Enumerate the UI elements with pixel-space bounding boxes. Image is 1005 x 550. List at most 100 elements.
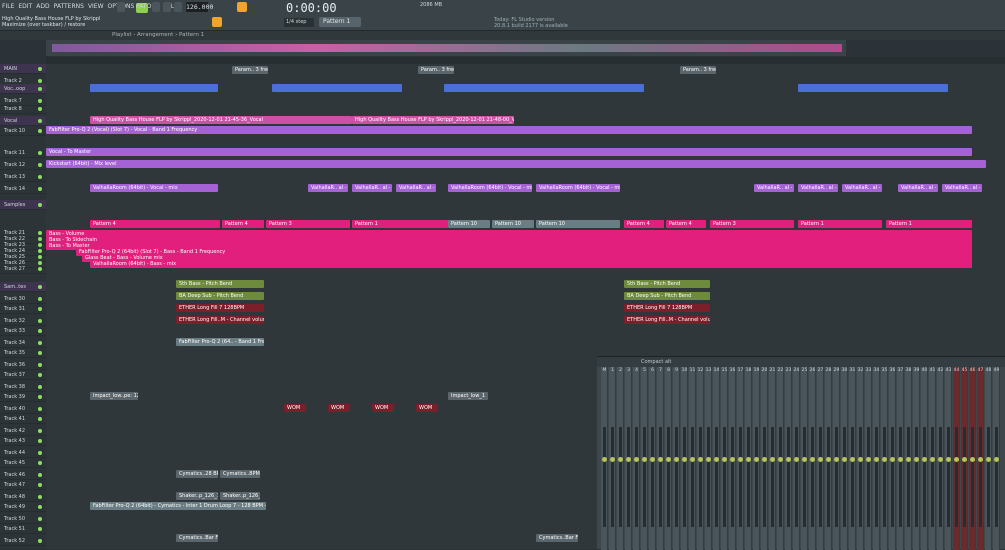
mixer-pan-knob[interactable]: [914, 457, 919, 462]
mixer-fader[interactable]: [995, 427, 998, 527]
mixer-strip[interactable]: 37: [897, 367, 904, 550]
track-mute-icon[interactable]: [38, 119, 42, 123]
playlist-clip[interactable]: Cymatics..28 BPM: [176, 470, 218, 478]
mixer-fader[interactable]: [867, 427, 870, 527]
playlist-clip[interactable]: ETHER Long Fill..M - Channel volume: [624, 316, 710, 324]
track-header[interactable]: Track 39: [0, 392, 46, 402]
playlist-clip[interactable]: FabFilter Pro-Q 2 (64.. - Band 1 Frequen…: [176, 338, 264, 346]
mixer-fader[interactable]: [883, 427, 886, 527]
mixer-strip[interactable]: 17: [737, 367, 744, 550]
mixer-pan-knob[interactable]: [978, 457, 983, 462]
mixer-strip[interactable]: 9: [673, 367, 680, 550]
mixer-fader[interactable]: [987, 427, 990, 527]
mixer-strip[interactable]: 29: [833, 367, 840, 550]
track-header[interactable]: Track 43: [0, 436, 46, 446]
track-header[interactable]: Track 27: [0, 264, 46, 274]
track-mute-icon[interactable]: [38, 267, 42, 271]
mixer-strip[interactable]: 25: [801, 367, 808, 550]
track-mute-icon[interactable]: [38, 307, 42, 311]
playlist-clip[interactable]: WOM: [416, 404, 438, 412]
playlist-clip[interactable]: ValhallaR.. al - mix: [798, 184, 838, 192]
playlist-clip[interactable]: ValhallaRoom (64bit) - Vocal - mix: [536, 184, 620, 192]
mixer-pan-knob[interactable]: [746, 457, 751, 462]
mixer-strip[interactable]: 40: [921, 367, 928, 550]
track-header[interactable]: Track 41: [0, 414, 46, 424]
mixer-fader[interactable]: [939, 427, 942, 527]
mixer-strip[interactable]: 49: [993, 367, 1000, 550]
mixer-fader[interactable]: [795, 427, 798, 527]
pattern-selector[interactable]: Pattern 1: [319, 17, 361, 27]
playlist-clip[interactable]: ValhallaRoom (64bit) - Bass - mix: [90, 260, 972, 268]
mixer-pan-knob[interactable]: [690, 457, 695, 462]
mixer-pan-knob[interactable]: [882, 457, 887, 462]
mixer-fader[interactable]: [731, 427, 734, 527]
track-header[interactable]: Track 10: [0, 126, 46, 136]
mixer-strip[interactable]: 38: [905, 367, 912, 550]
mixer-fader[interactable]: [827, 427, 830, 527]
track-header[interactable]: Track 35: [0, 348, 46, 358]
menu-edit[interactable]: EDIT: [18, 3, 32, 10]
playlist-clip[interactable]: FabFilter Pro-Q 2 (64bit) - Cymatics - I…: [90, 502, 266, 510]
track-header[interactable]: Track 44: [0, 448, 46, 458]
stop-button[interactable]: [163, 2, 171, 12]
track-mute-icon[interactable]: [38, 429, 42, 433]
mixer-strip[interactable]: 4: [633, 367, 640, 550]
track-mute-icon[interactable]: [38, 505, 42, 509]
mixer-fader[interactable]: [803, 427, 806, 527]
mixer-strip[interactable]: 47: [977, 367, 984, 550]
mixer-pan-knob[interactable]: [858, 457, 863, 462]
mixer-fader[interactable]: [763, 427, 766, 527]
mixer-pan-knob[interactable]: [898, 457, 903, 462]
mixer-strip[interactable]: 36: [889, 367, 896, 550]
track-mute-icon[interactable]: [38, 87, 42, 91]
playlist-clip[interactable]: Impact_low_1: [448, 392, 488, 400]
playlist-clip[interactable]: WOM: [372, 404, 394, 412]
track-header[interactable]: Track 11: [0, 148, 46, 158]
mixer-fader[interactable]: [627, 427, 630, 527]
track-mute-icon[interactable]: [38, 329, 42, 333]
track-mute-icon[interactable]: [38, 79, 42, 83]
mixer-pan-knob[interactable]: [986, 457, 991, 462]
mixer-strip[interactable]: 27: [817, 367, 824, 550]
pat-mode-button[interactable]: PAT: [136, 3, 148, 13]
track-mute-icon[interactable]: [38, 439, 42, 443]
mixer-pan-knob[interactable]: [802, 457, 807, 462]
mixer-strip[interactable]: 21: [769, 367, 776, 550]
mixer-pan-knob[interactable]: [954, 457, 959, 462]
mixer-fader[interactable]: [707, 427, 710, 527]
mixer-pan-knob[interactable]: [938, 457, 943, 462]
mixer-fader[interactable]: [955, 427, 958, 527]
playlist-clip[interactable]: Cymatics..8PM: [220, 470, 260, 478]
playlist-clip[interactable]: Kickstart (64bit) - Mix level: [46, 160, 986, 168]
playlist-clip[interactable]: ValhallaR.. al - mix: [352, 184, 392, 192]
mixer-strip[interactable]: 19: [753, 367, 760, 550]
track-mute-icon[interactable]: [38, 163, 42, 167]
track-mute-icon[interactable]: [38, 341, 42, 345]
playlist-clip[interactable]: Pattern 10: [536, 220, 620, 228]
mixer-fader[interactable]: [915, 427, 918, 527]
snap-select[interactable]: 1/4 step: [284, 18, 314, 27]
track-mute-icon[interactable]: [38, 129, 42, 133]
playlist-clip[interactable]: Pattern 4: [624, 220, 664, 228]
mixer-fader[interactable]: [851, 427, 854, 527]
mixer-strip[interactable]: 24: [793, 367, 800, 550]
mixer-strip[interactable]: 14: [713, 367, 720, 550]
playlist-clip[interactable]: 5th Bass - Pitch Bend: [624, 280, 710, 288]
mixer-pan-knob[interactable]: [890, 457, 895, 462]
playlist-clip[interactable]: [272, 84, 402, 92]
mixer-strip[interactable]: 35: [881, 367, 888, 550]
playlist-clip[interactable]: WOM: [328, 404, 350, 412]
mixer-pan-knob[interactable]: [826, 457, 831, 462]
mixer-fader[interactable]: [635, 427, 638, 527]
playlist-clip[interactable]: 5th Bass - Pitch Bend: [176, 280, 264, 288]
mixer-strip[interactable]: 33: [865, 367, 872, 550]
mixer-strip[interactable]: 23: [785, 367, 792, 550]
playlist-clip[interactable]: ValhallaR.. al - mix: [942, 184, 982, 192]
track-header[interactable]: MAIN: [0, 64, 46, 74]
mixer-strip[interactable]: 26: [809, 367, 816, 550]
track-mute-icon[interactable]: [38, 187, 42, 191]
play-button[interactable]: [152, 2, 160, 12]
mixer-fader[interactable]: [891, 427, 894, 527]
playlist-clip[interactable]: Pattern 3: [710, 220, 794, 228]
mixer-pan-knob[interactable]: [666, 457, 671, 462]
